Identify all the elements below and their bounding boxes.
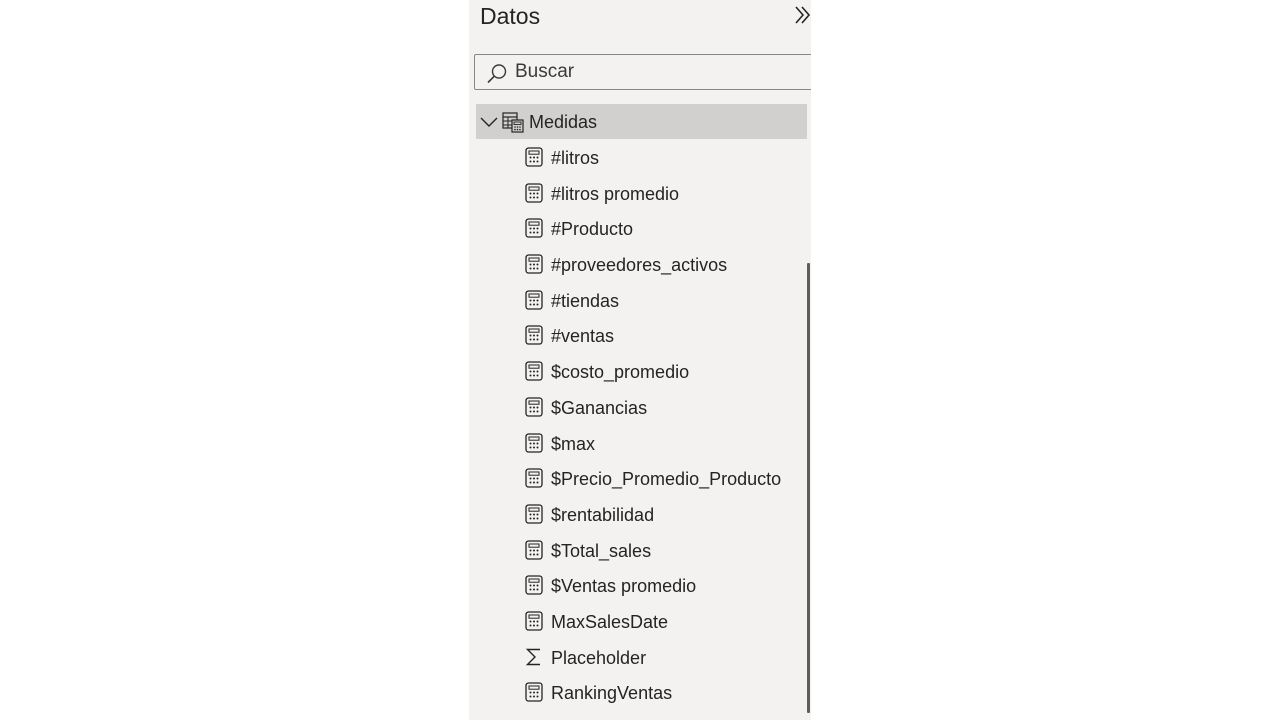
calculator-icon — [525, 611, 543, 631]
calculator-icon — [525, 504, 543, 524]
measure-label: RankingVentas — [551, 683, 673, 704]
list-item[interactable]: $Ganancias — [469, 390, 811, 426]
list-item[interactable]: #litros — [469, 140, 811, 176]
list-item[interactable]: #Producto — [469, 211, 811, 247]
calculator-icon — [525, 290, 543, 310]
measure-label: $costo_promedio — [551, 362, 690, 383]
calculator-icon — [525, 539, 543, 560]
sigma-icon — [525, 648, 540, 665]
calculator-icon — [525, 397, 543, 417]
data-pane: Datos M — [469, 0, 811, 720]
list-item[interactable]: Placeholder — [469, 640, 811, 676]
measure-label: $Ventas promedio — [551, 576, 697, 597]
calculator-icon — [525, 325, 543, 346]
table-medidas[interactable]: Medidas — [476, 104, 807, 139]
calculator-icon — [525, 468, 543, 488]
list-item[interactable]: $costo_promedio — [469, 354, 811, 390]
list-item[interactable]: RankingVentas — [469, 675, 811, 711]
measure-label: #litros promedio — [551, 183, 680, 204]
calculator-icon — [525, 218, 543, 239]
list-item[interactable]: #tiendas — [469, 283, 811, 319]
measure-label: $Ganancias — [551, 397, 648, 418]
measure-label: #proveedores_activos — [551, 255, 728, 276]
double-chevron-right-icon — [795, 6, 811, 24]
calculator-icon — [525, 361, 543, 381]
calculator-icon — [525, 682, 543, 702]
list-item[interactable]: $rentabilidad — [469, 497, 811, 533]
list-item[interactable]: $Precio_Promedio_Producto — [469, 461, 811, 497]
list-item[interactable]: $max — [469, 426, 811, 462]
measure-table-icon — [502, 112, 524, 133]
table-label: Medidas — [529, 112, 598, 132]
measure-label: #Producto — [551, 219, 634, 240]
search-icon — [487, 64, 507, 84]
list-item[interactable]: #ventas — [469, 318, 811, 354]
measure-label: $Total_sales — [551, 540, 652, 561]
list-item[interactable]: #proveedores_activos — [469, 247, 811, 283]
search-input[interactable] — [515, 57, 805, 87]
measure-label: $max — [551, 433, 596, 454]
list-item[interactable]: #litros promedio — [469, 176, 811, 212]
list-item[interactable]: $Total_sales — [469, 533, 811, 569]
calculator-icon — [525, 575, 543, 595]
vertical-scrollbar[interactable] — [807, 263, 810, 713]
calculator-icon — [525, 432, 543, 453]
measure-label: #litros — [551, 148, 600, 168]
measure-list: #litros #litros promedio #Producto #prov… — [469, 140, 811, 711]
measure-label: #tiendas — [551, 290, 620, 311]
pane-title: Datos — [480, 3, 541, 29]
calculator-icon — [525, 183, 543, 203]
measure-label: Placeholder — [551, 647, 647, 668]
calculator-icon — [525, 254, 543, 274]
measure-label: $rentabilidad — [551, 504, 655, 525]
measure-label: #ventas — [551, 326, 615, 347]
measure-label: MaxSalesDate — [551, 611, 669, 632]
chevron-down-icon[interactable] — [480, 113, 498, 131]
calculator-icon — [525, 147, 543, 167]
collapse-pane-button[interactable] — [791, 3, 811, 27]
list-item[interactable]: MaxSalesDate — [469, 604, 811, 640]
list-item[interactable]: $Ventas promedio — [469, 568, 811, 604]
measure-label: $Precio_Promedio_Producto — [551, 469, 782, 490]
search-box — [474, 54, 811, 90]
